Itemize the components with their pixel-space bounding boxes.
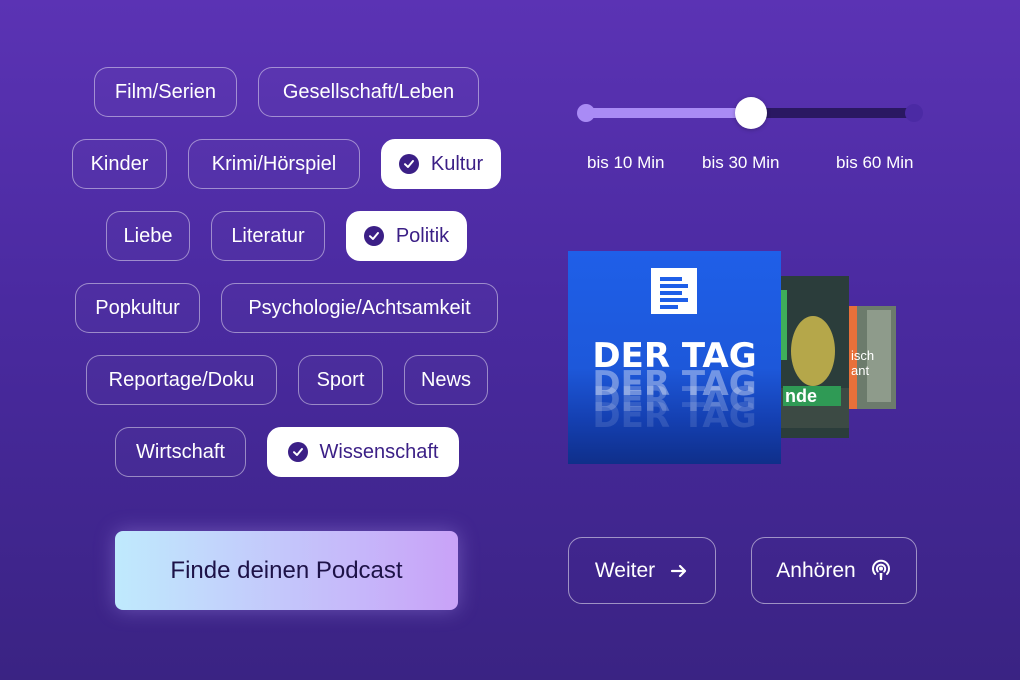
- deutschlandfunk-logo: [651, 268, 697, 314]
- check-circle-icon: [363, 226, 384, 246]
- cover-third-text: isch ant: [851, 348, 875, 378]
- chip-label: Wirtschaft: [136, 440, 225, 463]
- chip-label: News: [420, 368, 471, 391]
- chip-politik[interactable]: Politik: [346, 211, 467, 261]
- next-label: Weiter: [594, 558, 656, 582]
- duration-label-10: bis 10 Min: [587, 153, 665, 172]
- duration-slider[interactable]: [577, 96, 927, 130]
- chip-sport[interactable]: Sport: [298, 355, 383, 405]
- cover-title: DER TAG: [592, 336, 757, 376]
- chip-wirtschaft[interactable]: Wirtschaft: [115, 427, 246, 477]
- cover-second-text: nde: [785, 386, 818, 406]
- podcast-cover-third[interactable]: isch ant: [849, 306, 896, 409]
- chip-kinder[interactable]: Kinder: [72, 139, 167, 189]
- chip-krimi-hoerspiel[interactable]: Krimi/Hörspiel: [188, 139, 360, 189]
- next-button[interactable]: Weiter: [568, 537, 716, 604]
- listen-button[interactable]: Anhören: [751, 537, 917, 604]
- find-podcast-button[interactable]: Finde deinen Podcast: [115, 531, 458, 610]
- check-circle-icon: [398, 154, 419, 174]
- chip-label: Liebe: [123, 224, 173, 247]
- chip-label: Psychologie/Achtsamkeit: [248, 296, 471, 319]
- chip-gesellschaft-leben[interactable]: Gesellschaft/Leben: [258, 67, 479, 117]
- chip-kultur[interactable]: Kultur: [381, 139, 501, 189]
- podcast-icon: [870, 559, 892, 583]
- chip-label: Kultur: [430, 152, 484, 175]
- find-podcast-label: Finde deinen Podcast: [170, 556, 403, 584]
- check-circle-icon: [287, 442, 308, 462]
- chip-label: Reportage/Doku: [108, 368, 255, 391]
- podcast-cover-second[interactable]: nde: [781, 276, 849, 438]
- slider-stop-60[interactable]: [905, 104, 923, 122]
- chip-psychologie-achtsamkeit[interactable]: Psychologie/Achtsamkeit: [221, 283, 498, 333]
- chip-label: Literatur: [231, 224, 305, 247]
- podcast-cover-der-tag[interactable]: DER TAG DER TAG DER TAG DER TAG: [568, 251, 781, 464]
- chip-label: Popkultur: [95, 296, 180, 319]
- chip-label: Wissenschaft: [319, 440, 439, 463]
- chip-liebe[interactable]: Liebe: [106, 211, 190, 261]
- chip-label: Gesellschaft/Leben: [282, 80, 455, 103]
- slider-thumb[interactable]: [735, 97, 767, 129]
- duration-label-60: bis 60 Min: [836, 153, 914, 172]
- chip-popkultur[interactable]: Popkultur: [75, 283, 200, 333]
- chip-news[interactable]: News: [404, 355, 488, 405]
- arrow-right-icon: [669, 561, 689, 581]
- chip-literatur[interactable]: Literatur: [211, 211, 325, 261]
- chip-film-serien[interactable]: Film/Serien: [94, 67, 237, 117]
- duration-label-30: bis 30 Min: [702, 153, 780, 172]
- listen-label: Anhören: [776, 558, 856, 582]
- chip-label: Krimi/Hörspiel: [211, 152, 337, 175]
- chip-label: Sport: [316, 368, 365, 391]
- slider-fill: [585, 108, 752, 118]
- chip-label: Kinder: [90, 152, 149, 175]
- chip-wissenschaft[interactable]: Wissenschaft: [267, 427, 459, 477]
- slider-stop-10[interactable]: [577, 104, 595, 122]
- chip-label: Politik: [395, 224, 450, 247]
- chip-reportage-doku[interactable]: Reportage/Doku: [86, 355, 277, 405]
- chip-label: Film/Serien: [114, 80, 217, 103]
